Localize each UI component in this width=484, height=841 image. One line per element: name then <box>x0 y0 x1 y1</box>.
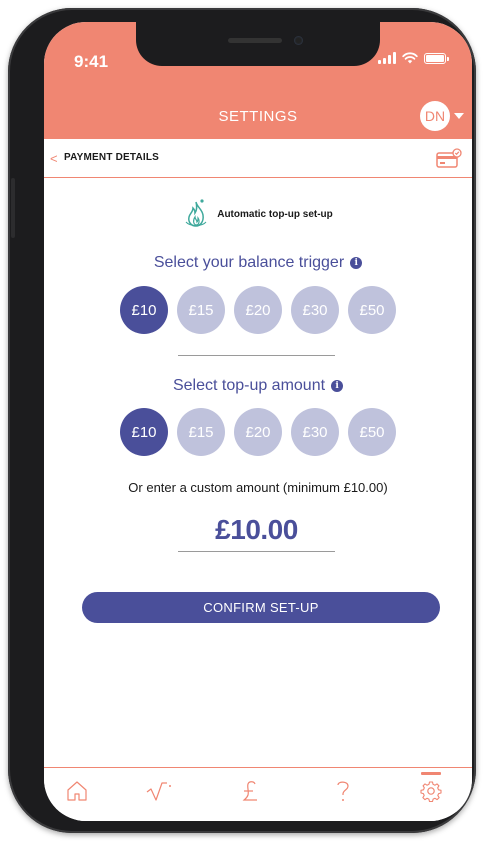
tab-bar <box>44 767 472 821</box>
setup-heading: Automatic top-up set-up <box>44 198 472 230</box>
question-icon <box>337 781 349 801</box>
credit-card-icon[interactable] <box>436 147 462 169</box>
confirm-setup-button[interactable]: CONFIRM SET-UP <box>82 592 440 623</box>
tab-home[interactable] <box>62 776 92 806</box>
signal-icon <box>378 52 396 64</box>
chevron-down-icon[interactable] <box>454 113 464 119</box>
setup-label: Automatic top-up set-up <box>217 208 333 220</box>
custom-amount-input[interactable]: £10.00 <box>178 510 335 552</box>
amount-option[interactable]: £20 <box>234 408 282 456</box>
trigger-option[interactable]: £10 <box>120 286 168 334</box>
tab-payments[interactable] <box>236 776 266 806</box>
front-camera <box>294 36 303 45</box>
topup-amount-label: Select top-up amount <box>172 377 326 394</box>
info-icon[interactable]: i <box>350 257 363 269</box>
account-menu[interactable]: DN <box>420 101 464 131</box>
sqrt-chart-icon <box>146 782 171 801</box>
trigger-option[interactable]: £15 <box>177 286 225 334</box>
flame-icon <box>185 199 207 227</box>
divider <box>178 355 335 356</box>
trigger-option[interactable]: £20 <box>234 286 282 334</box>
phone-frame: 9:41 SETTINGS DN < PAYMENT DETAILS Autom… <box>8 8 476 833</box>
avatar[interactable]: DN <box>420 101 450 131</box>
tab-settings[interactable] <box>416 772 446 806</box>
subheader-bar: < PAYMENT DETAILS <box>44 139 472 178</box>
amount-option[interactable]: £15 <box>177 408 225 456</box>
info-icon[interactable]: i <box>331 380 344 392</box>
amount-option[interactable]: £10 <box>120 408 168 456</box>
app-screen: 9:41 SETTINGS DN < PAYMENT DETAILS Autom… <box>44 22 472 821</box>
tab-help[interactable] <box>328 776 358 806</box>
status-icons <box>378 52 449 64</box>
balance-trigger-options: £10 £15 £20 £30 £50 <box>44 286 472 334</box>
amount-option[interactable]: £50 <box>348 408 396 456</box>
app-header: 9:41 SETTINGS DN <box>44 22 472 139</box>
speaker-grille <box>228 38 282 43</box>
status-time: 9:41 <box>74 52 109 71</box>
section-title: PAYMENT DETAILS <box>64 152 160 163</box>
tab-usage[interactable] <box>144 776 174 806</box>
gear-icon <box>420 781 442 802</box>
amount-option[interactable]: £30 <box>291 408 339 456</box>
balance-trigger-title: Select your balance trigger i <box>44 254 472 272</box>
pound-icon <box>242 781 257 801</box>
wifi-icon <box>402 52 418 64</box>
active-tab-indicator <box>421 772 441 775</box>
topup-amount-options: £10 £15 £20 £30 £50 <box>44 408 472 456</box>
topup-amount-title: Select top-up amount i <box>44 377 472 395</box>
back-chevron-icon[interactable]: < <box>50 151 58 166</box>
home-icon <box>67 781 87 801</box>
trigger-option[interactable]: £30 <box>291 286 339 334</box>
side-button <box>11 178 15 238</box>
notch <box>136 22 380 66</box>
page-title: SETTINGS <box>218 108 298 125</box>
balance-trigger-label: Select your balance trigger <box>153 254 345 271</box>
trigger-option[interactable]: £50 <box>348 286 396 334</box>
custom-amount-label: Or enter a custom amount (minimum £10.00… <box>128 480 388 495</box>
battery-icon <box>424 52 449 64</box>
